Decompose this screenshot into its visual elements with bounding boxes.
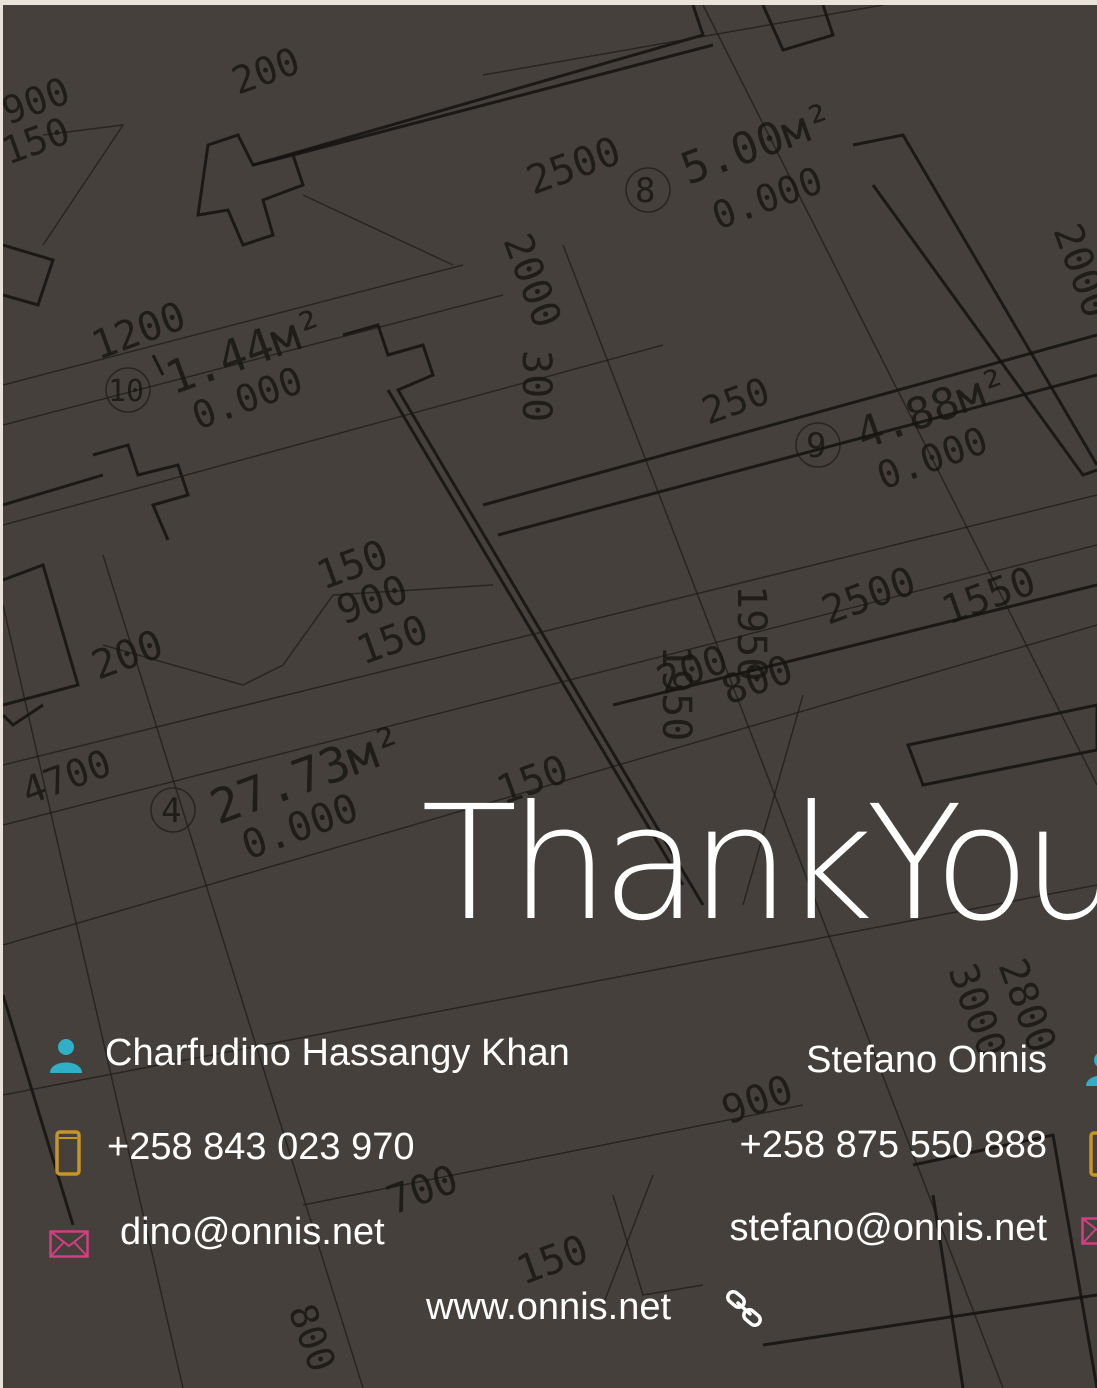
svg-text:2500: 2500 — [521, 128, 627, 204]
link-icon[interactable] — [725, 1290, 765, 1330]
svg-text:2000: 2000 — [494, 228, 570, 334]
phone-icon[interactable] — [55, 1130, 81, 1176]
svg-text:4: 4 — [161, 791, 181, 831]
svg-text:1950: 1950 — [653, 645, 699, 741]
slide: 900 150 200 2500 5.00м² 0.000 1200 1.44м… — [3, 5, 1097, 1388]
contact-right-phone[interactable]: +258 875 550 888 — [740, 1126, 1047, 1164]
svg-text:200: 200 — [226, 39, 306, 104]
thank-you-title: ThankYou — [421, 772, 1097, 956]
contact-right-name: Stefano Onnis — [806, 1039, 1047, 1081]
contact-left-name: Charfudino Hassangy Khan — [105, 1032, 570, 1074]
svg-text:2500: 2500 — [816, 558, 922, 634]
svg-text:4700: 4700 — [16, 741, 117, 814]
phone-icon[interactable] — [1089, 1131, 1097, 1177]
website-link[interactable]: www.onnis.net — [426, 1288, 671, 1326]
contact-left-email[interactable]: dino@onnis.net — [120, 1213, 385, 1251]
svg-text:300: 300 — [513, 350, 559, 422]
svg-text:8: 8 — [635, 171, 655, 211]
blueprint-labels: 900 150 200 2500 5.00м² 0.000 1200 1.44м… — [3, 39, 1097, 1378]
envelope-icon[interactable] — [1081, 1217, 1097, 1245]
svg-text:2000: 2000 — [1044, 218, 1097, 324]
svg-text:800: 800 — [280, 1298, 345, 1378]
envelope-icon[interactable] — [49, 1230, 89, 1258]
svg-text:250: 250 — [696, 369, 776, 434]
person-icon — [50, 1039, 82, 1073]
person-icon — [1086, 1053, 1097, 1086]
blueprint-lines — [3, 5, 1097, 1388]
contact-right-email[interactable]: stefano@onnis.net — [730, 1209, 1047, 1247]
svg-text:150: 150 — [511, 1226, 595, 1294]
svg-text:10: 10 — [108, 374, 144, 409]
svg-text:1950: 1950 — [728, 585, 774, 681]
svg-text:200: 200 — [86, 621, 170, 689]
blueprint-dimension-lines — [3, 5, 1097, 1388]
blueprint-background: 900 150 200 2500 5.00м² 0.000 1200 1.44м… — [3, 5, 1097, 1388]
contact-left-phone[interactable]: +258 843 023 970 — [107, 1128, 414, 1166]
svg-text:9: 9 — [806, 426, 826, 466]
